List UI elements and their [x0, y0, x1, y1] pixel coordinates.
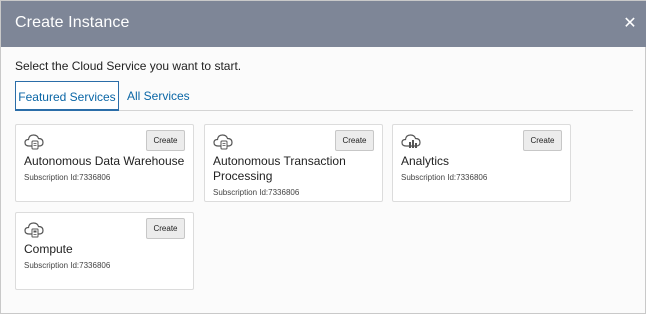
create-button[interactable]: Create [335, 130, 374, 151]
subscription-id: Subscription Id:7336806 [213, 188, 300, 197]
subscription-id: Subscription Id:7336806 [401, 173, 488, 182]
tab-all-services[interactable]: All Services [127, 81, 207, 111]
service-card-analytics: Create Analytics Subscription Id:7336806 [392, 124, 571, 202]
create-button[interactable]: Create [523, 130, 562, 151]
cloud-database-icon [24, 134, 44, 150]
create-instance-dialog: Create Instance ✕ Select the Cloud Servi… [0, 0, 646, 314]
card-title: Analytics [401, 154, 450, 168]
create-button[interactable]: Create [146, 130, 185, 151]
instruction-text: Select the Cloud Service you want to sta… [15, 59, 242, 73]
cloud-database-icon [213, 134, 233, 150]
close-icon[interactable]: ✕ [622, 16, 638, 32]
dialog-title: Create Instance [15, 14, 130, 31]
create-button[interactable]: Create [146, 218, 185, 239]
cloud-analytics-icon [401, 134, 421, 148]
dialog-header: Create Instance ✕ [1, 1, 646, 47]
card-title: Autonomous Data Warehouse [24, 154, 185, 168]
card-title: Autonomous Transaction Processing [213, 154, 346, 183]
subscription-id: Subscription Id:7336806 [24, 261, 111, 270]
cloud-compute-icon [24, 222, 44, 238]
service-card-autonomous-transaction-processing: Create Autonomous Transaction Processing… [204, 124, 383, 202]
service-card-autonomous-data-warehouse: Create Autonomous Data Warehouse Subscri… [15, 124, 194, 202]
card-title: Compute [24, 242, 73, 256]
service-card-compute: Create Compute Subscription Id:7336806 [15, 212, 194, 290]
subscription-id: Subscription Id:7336806 [24, 173, 111, 182]
tab-featured-services[interactable]: Featured Services [15, 81, 119, 111]
service-tabs: Featured Services All Services [15, 81, 633, 111]
